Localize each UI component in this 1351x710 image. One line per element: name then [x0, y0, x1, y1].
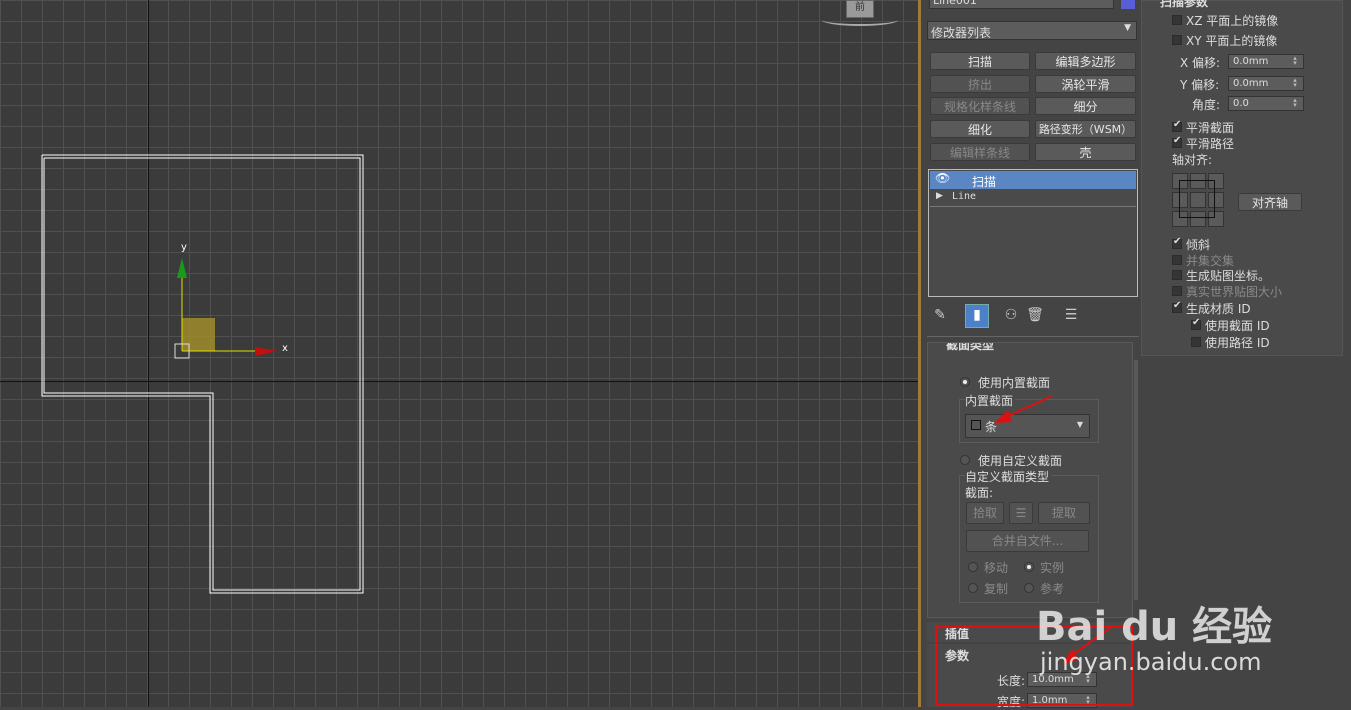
pick-button[interactable]: 拾取: [966, 502, 1004, 524]
stack-item-line[interactable]: ▶ Line: [930, 190, 1136, 207]
custom-type-label: 自定义截面类型: [965, 468, 1052, 485]
reference-radio[interactable]: [1024, 583, 1034, 593]
use-custom-label: 使用自定义截面: [978, 454, 1063, 468]
instance-radio[interactable]: [1024, 562, 1034, 572]
mod-btn-sweep[interactable]: 扫描: [930, 52, 1030, 70]
make-unique-icon[interactable]: ⚇: [1001, 305, 1021, 325]
mirror-xy-label: XY 平面上的镜像: [1186, 34, 1278, 48]
object-color-swatch[interactable]: [1121, 0, 1135, 9]
copy-label: 复制: [984, 582, 1009, 596]
pick-shape-icon[interactable]: ☰: [1009, 502, 1033, 524]
spline-shape[interactable]: [0, 0, 918, 707]
gen-map-coords-label: 生成贴图坐标。: [1186, 269, 1271, 283]
use-path-ids-label: 使用路径 ID: [1205, 336, 1270, 350]
banking-label: 倾斜: [1186, 238, 1211, 252]
pin-stack-icon[interactable]: ✎: [930, 305, 950, 325]
smooth-section-checkbox[interactable]: [1172, 119, 1182, 132]
stack-item-sweep-label: 扫描: [972, 175, 997, 189]
gen-mat-ids-label: 生成材质 ID: [1186, 302, 1251, 316]
mirror-xz-checkbox[interactable]: [1172, 15, 1182, 25]
show-end-result-icon[interactable]: ▮: [965, 304, 989, 328]
gen-map-coords-checkbox[interactable]: [1172, 270, 1182, 280]
stack-item-sweep[interactable]: 👁 扫描: [930, 171, 1136, 189]
stack-item-line-label: Line: [952, 191, 977, 202]
x-offset-spinner[interactable]: 0.0mm: [1228, 54, 1304, 69]
gizmo-x-label: x: [282, 343, 288, 354]
sweep-params-rollout: 扫描参数 XZ 平面上的镜像 XY 平面上的镜像 X 偏移: 0.0mm Y 偏…: [1141, 0, 1343, 356]
smooth-path-checkbox[interactable]: [1172, 135, 1182, 148]
chevron-down-icon: ▼: [1124, 23, 1131, 33]
banking-checkbox[interactable]: [1172, 236, 1182, 249]
copy-radio[interactable]: [968, 583, 978, 593]
scrollbar[interactable]: [1134, 360, 1138, 600]
use-custom-radio[interactable]: [960, 455, 970, 465]
real-world-map-checkbox[interactable]: [1172, 286, 1182, 296]
mod-btn-subdivide[interactable]: 细分: [1035, 97, 1136, 115]
y-offset-spinner[interactable]: 0.0mm: [1228, 76, 1304, 91]
sweep-params-title[interactable]: 扫描参数: [1160, 0, 1208, 10]
mod-btn-normalize-spline[interactable]: 规格化样条线: [930, 97, 1030, 115]
pivot-align-label: 轴对齐:: [1172, 153, 1213, 167]
smooth-path-label: 平滑路径: [1186, 137, 1235, 151]
real-world-map-label: 真实世界贴图大小: [1186, 285, 1283, 299]
builtin-section-value: 条: [985, 420, 998, 434]
use-section-ids-checkbox[interactable]: [1191, 317, 1201, 330]
use-path-ids-checkbox[interactable]: [1191, 337, 1201, 347]
section-label: 截面:: [965, 486, 994, 500]
mod-btn-edit-spline[interactable]: 编辑样条线: [930, 143, 1030, 161]
gen-mat-ids-checkbox[interactable]: [1172, 300, 1182, 313]
merge-file-button[interactable]: 合并自文件...: [966, 530, 1089, 552]
mirror-xy-checkbox[interactable]: [1172, 35, 1182, 45]
section-type-rollout: 截面类型 使用内置截面 内置截面 条 ▼ 使用自定义截面 自定义截面类型 截面:…: [927, 342, 1133, 618]
union-intersections-checkbox[interactable]: [1172, 255, 1182, 265]
smooth-section-label: 平滑截面: [1186, 121, 1235, 135]
modifier-list-label: 修改器列表: [931, 26, 992, 40]
eye-icon[interactable]: 👁: [935, 171, 950, 185]
builtin-section-dropdown[interactable]: 条 ▼: [965, 414, 1090, 438]
configure-sets-icon[interactable]: ☰: [1061, 305, 1081, 325]
use-builtin-label: 使用内置截面: [978, 376, 1051, 390]
watermark-url: jingyan.baidu.com: [1040, 648, 1262, 676]
use-builtin-radio[interactable]: [960, 377, 970, 387]
modifier-list-dropdown[interactable]: 修改器列表 ▼: [927, 21, 1137, 40]
mod-btn-path-deform[interactable]: 路径变形（WSM）: [1035, 120, 1136, 138]
builtin-label: 内置截面: [965, 392, 1016, 409]
triangle-right-icon[interactable]: ▶: [936, 191, 943, 201]
move-radio[interactable]: [968, 562, 978, 572]
mirror-xz-label: XZ 平面上的镜像: [1186, 14, 1279, 28]
watermark-brand: Bai du 经验: [1036, 604, 1273, 650]
section-type-title[interactable]: 截面类型: [946, 343, 994, 353]
viewport-top[interactable]: 前 y x: [0, 0, 918, 707]
object-name-field[interactable]: Line001: [929, 0, 1114, 9]
rectangle-icon: [971, 420, 981, 430]
align-pivot-button[interactable]: 对齐轴: [1238, 193, 1302, 211]
use-section-ids-label: 使用截面 ID: [1205, 319, 1270, 333]
rollout-divider[interactable]: [927, 336, 1139, 341]
move-label: 移动: [984, 561, 1009, 575]
remove-modifier-icon[interactable]: 🗑: [1025, 305, 1045, 325]
pivot-alignment-grid[interactable]: [1172, 173, 1224, 227]
angle-spinner[interactable]: 0.0: [1228, 96, 1304, 111]
chevron-down-icon: ▼: [1076, 420, 1083, 429]
mod-btn-shell[interactable]: 壳: [1035, 143, 1136, 161]
mod-btn-tessellate[interactable]: 细化: [930, 120, 1030, 138]
x-offset-label: X 偏移:: [1180, 56, 1221, 70]
instance-label: 实例: [1040, 561, 1065, 575]
mod-btn-edit-poly[interactable]: 编辑多边形: [1035, 52, 1136, 70]
gizmo-y-label: y: [181, 242, 187, 253]
mod-btn-turbosmooth[interactable]: 涡轮平滑: [1035, 75, 1136, 93]
mod-btn-extrude[interactable]: 挤出: [930, 75, 1030, 93]
y-offset-label: Y 偏移:: [1180, 78, 1220, 92]
extract-button[interactable]: 提取: [1038, 502, 1090, 524]
angle-label: 角度:: [1192, 98, 1221, 112]
modifier-stack: 👁 扫描 ▶ Line: [928, 169, 1138, 297]
